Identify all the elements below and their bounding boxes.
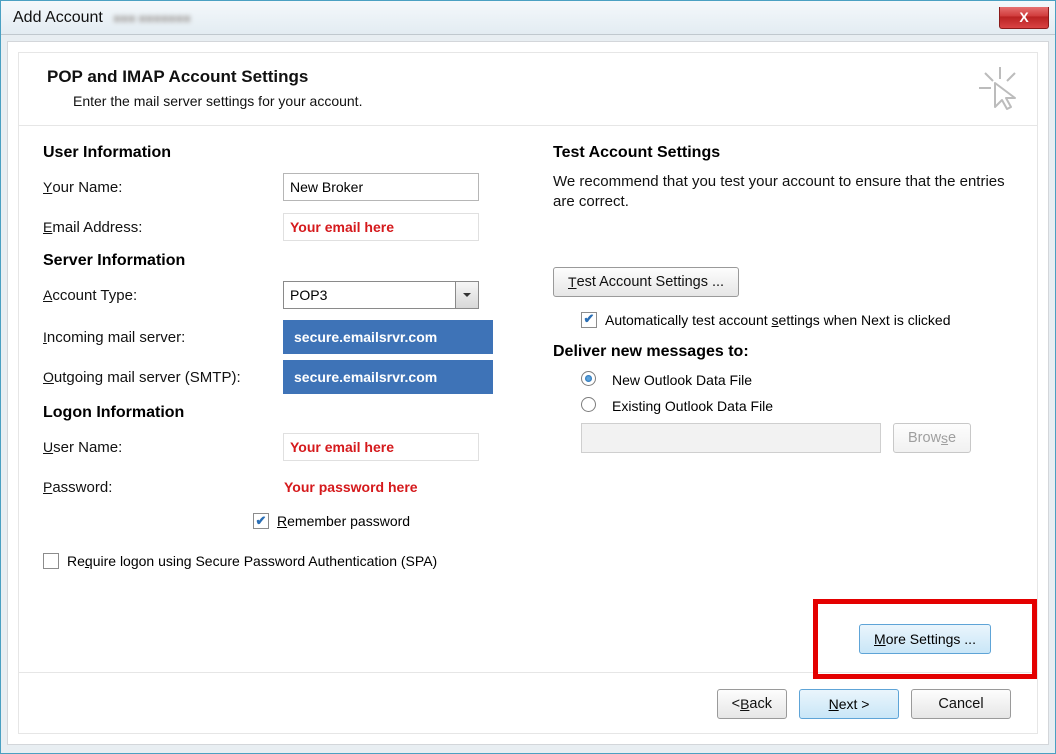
password-input[interactable]: Your password here: [283, 473, 513, 501]
password-label: Password:: [43, 479, 283, 496]
wizard-header: POP and IMAP Account Settings Enter the …: [18, 52, 1038, 125]
server-info-heading: Server Information: [43, 252, 513, 270]
wizard-buttons: < Back Next > Cancel: [43, 689, 1013, 719]
spa-label: Require logon using Secure Password Auth…: [67, 552, 437, 570]
wizard-subtitle: Enter the mail server settings for your …: [73, 93, 1017, 109]
user-info-heading: User Information: [43, 144, 513, 162]
account-type-label: Account Type:: [43, 287, 283, 304]
back-button[interactable]: < Back: [717, 689, 787, 719]
auto-test-label: Automatically test account settings when…: [605, 311, 951, 329]
new-data-file-radio[interactable]: [581, 371, 596, 386]
remember-password-checkbox[interactable]: [253, 513, 269, 529]
window-title: Add Account: [13, 9, 103, 27]
chevron-down-icon[interactable]: [455, 281, 479, 309]
auto-test-checkbox[interactable]: [581, 312, 597, 328]
existing-data-file-label: Existing Outlook Data File: [612, 397, 773, 415]
test-settings-desc: We recommend that you test your account …: [553, 172, 1013, 213]
more-settings-button[interactable]: More Settings ...: [859, 624, 991, 654]
existing-data-file-radio[interactable]: [581, 397, 596, 412]
logon-info-heading: Logon Information: [43, 404, 513, 422]
wizard-body: User Information Your Name: New Broker E…: [18, 126, 1038, 734]
outgoing-server-input[interactable]: secure.emailsrvr.com: [283, 360, 493, 394]
titlebar: Add Account ■■■ ■■■■■■■ X: [1, 1, 1055, 35]
cancel-button[interactable]: Cancel: [911, 689, 1011, 719]
more-settings-highlight: More Settings ...: [813, 599, 1037, 679]
browse-button[interactable]: Browse: [893, 423, 971, 453]
test-settings-heading: Test Account Settings: [553, 144, 1013, 162]
test-account-settings-button[interactable]: Test Account Settings ...: [553, 267, 739, 297]
title-blur-overflow: ■■■ ■■■■■■■: [113, 10, 190, 26]
left-column: User Information Your Name: New Broker E…: [43, 144, 513, 666]
client-area: POP and IMAP Account Settings Enter the …: [7, 41, 1049, 745]
incoming-server-input[interactable]: secure.emailsrvr.com: [283, 320, 493, 354]
remember-password-label: Remember password: [277, 512, 410, 530]
your-name-input[interactable]: New Broker: [283, 173, 479, 201]
wizard-title: POP and IMAP Account Settings: [47, 67, 1017, 87]
new-data-file-label: New Outlook Data File: [612, 371, 752, 389]
username-label: User Name:: [43, 439, 283, 456]
spa-checkbox[interactable]: [43, 553, 59, 569]
next-button[interactable]: Next >: [799, 689, 899, 719]
email-label: Email Address:: [43, 219, 283, 236]
username-input[interactable]: Your email here: [283, 433, 479, 461]
existing-data-file-path-input[interactable]: [581, 423, 881, 453]
email-input[interactable]: Your email here: [283, 213, 479, 241]
outgoing-server-label: Outgoing mail server (SMTP):: [43, 369, 283, 386]
right-column: Test Account Settings We recommend that …: [553, 144, 1013, 666]
close-button[interactable]: X: [999, 7, 1049, 29]
cursor-icon: [977, 65, 1023, 111]
account-type-select[interactable]: POP3: [283, 281, 479, 309]
your-name-label: Your Name:: [43, 179, 283, 196]
add-account-window: Add Account ■■■ ■■■■■■■ X POP and IMAP A…: [0, 0, 1056, 754]
close-icon: X: [1019, 9, 1028, 25]
incoming-server-label: Incoming mail server:: [43, 329, 283, 346]
deliver-heading: Deliver new messages to:: [553, 343, 1013, 361]
